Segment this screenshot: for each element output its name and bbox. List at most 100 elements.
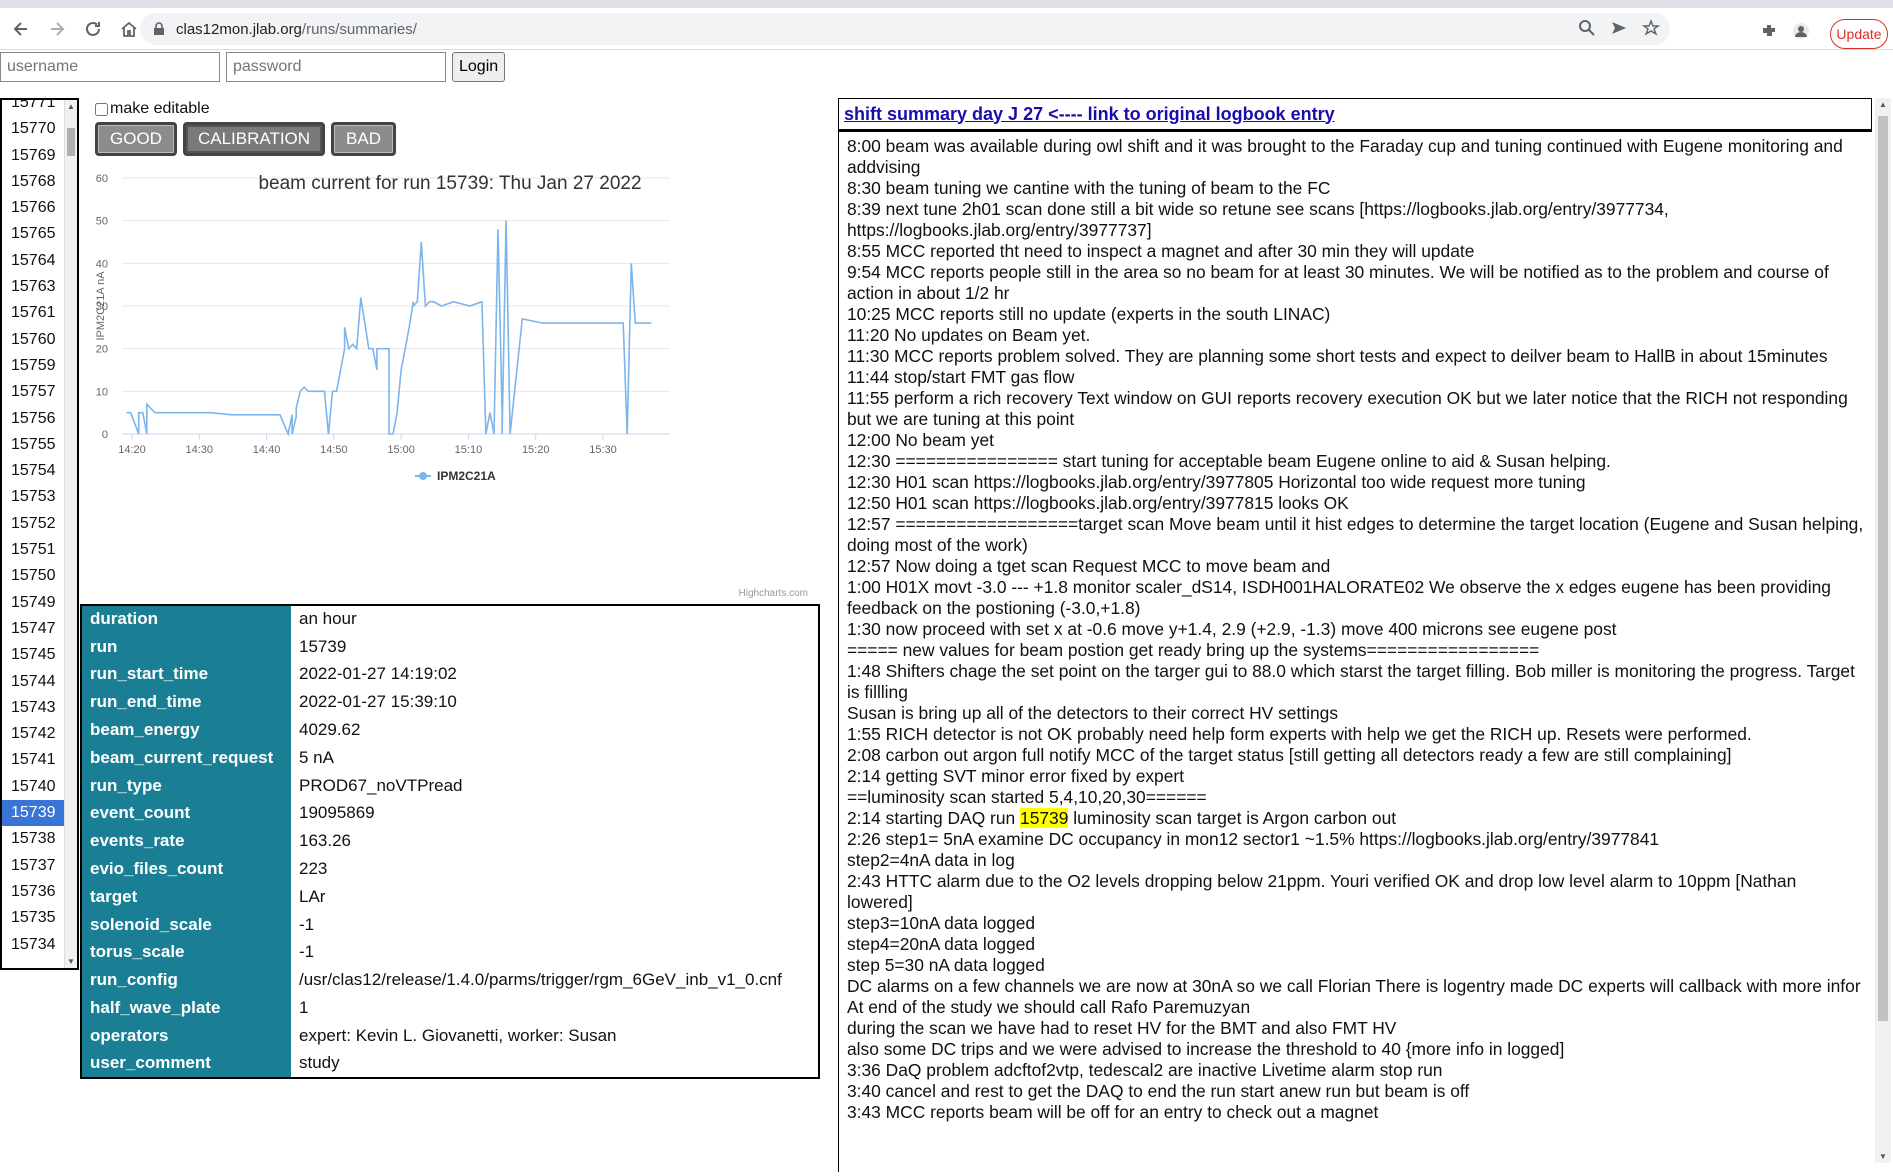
run-list-item[interactable]: 15752: [2, 511, 66, 537]
good-button[interactable]: GOOD: [95, 122, 177, 156]
summary-line: 2:26 step1= 5nA examine DC occupancy in …: [847, 829, 1660, 849]
summary-line: 1:00 H01X movt -3.0 --- +1.8 monitor sca…: [847, 577, 1831, 618]
run-list-item[interactable]: 15737: [2, 853, 66, 879]
y-tick-label: 20: [96, 344, 108, 356]
info-row: run_config/usr/clas12/release/1.4.0/parm…: [81, 966, 819, 995]
password-input[interactable]: [226, 52, 446, 82]
summary-text: 2:14 starting DAQ run: [847, 808, 1021, 828]
browser-toolbar: clas12mon.jlab.org/runs/summaries/ Updat…: [0, 8, 1893, 50]
run-list-item[interactable]: 15751: [2, 537, 66, 563]
zoom-icon[interactable]: [1578, 19, 1596, 37]
info-row: run 15739: [81, 632, 819, 662]
x-tick-label: 15:00: [387, 444, 415, 456]
info-key: run: [81, 632, 291, 662]
run-list-item[interactable]: 15734: [2, 932, 66, 958]
run-list-item[interactable]: 15761: [2, 300, 66, 326]
info-value: 2022-01-27 15:39:10: [291, 688, 819, 717]
info-value: -1: [291, 938, 819, 967]
x-tick-label: 14:30: [186, 444, 214, 456]
calibration-button[interactable]: CALIBRATION: [182, 122, 326, 156]
run-list-item[interactable]: 15736: [2, 879, 66, 905]
back-icon[interactable]: [6, 14, 36, 44]
info-value: 19095869: [291, 799, 819, 828]
info-row: run_end_time 2022-01-27 15:39:10: [81, 688, 819, 717]
username-input[interactable]: [0, 52, 220, 82]
scroll-up-icon[interactable]: ▲: [67, 102, 75, 111]
send-icon[interactable]: [1610, 19, 1628, 37]
page-scroll-up-icon[interactable]: ▲: [1879, 100, 1887, 109]
summary-line: 2:14 getting SVT minor error fixed by ex…: [847, 766, 1185, 786]
run-list-item[interactable]: 15764: [2, 248, 66, 274]
run-list-item[interactable]: 15770: [2, 116, 66, 142]
run-list-item[interactable]: 15741: [2, 747, 66, 773]
run-list-item[interactable]: 15753: [2, 484, 66, 510]
shift-summary-text: 8:00 beam was available during owl shift…: [838, 132, 1872, 1172]
logbook-link[interactable]: shift summary day J 27 <---- link to ori…: [844, 104, 1335, 125]
info-row: beam_energy 4029.62: [81, 716, 819, 745]
run-list-item[interactable]: 15771: [2, 100, 66, 116]
run-list-item[interactable]: 15745: [2, 642, 66, 668]
run-list-item[interactable]: 15744: [2, 669, 66, 695]
scroll-down-icon[interactable]: ▼: [67, 957, 75, 966]
run-list-item[interactable]: 15754: [2, 458, 66, 484]
summary-line: 12:30 ================ start tuning for …: [847, 451, 1611, 471]
star-icon[interactable]: [1642, 19, 1660, 37]
info-value: -1: [291, 910, 819, 939]
run-list-item[interactable]: 15759: [2, 353, 66, 379]
run-list-item[interactable]: 15735: [2, 905, 66, 931]
extensions-icon[interactable]: [1760, 22, 1778, 40]
bad-button[interactable]: BAD: [331, 122, 397, 156]
summary-line: ==luminosity scan started 5,4,10,20,30==…: [847, 787, 1207, 807]
login-button[interactable]: Login: [452, 52, 506, 82]
chart-credit[interactable]: Highcharts.com: [739, 588, 808, 599]
info-row: torus_scale -1: [81, 938, 819, 967]
run-list-item[interactable]: 15747: [2, 616, 66, 642]
summary-line: 12:57 Now doing a tget scan Request MCC …: [847, 556, 1331, 576]
info-key: evio_files_count: [81, 855, 291, 884]
scrollbar-thumb[interactable]: [67, 128, 75, 156]
run-list-item[interactable]: 15763: [2, 274, 66, 300]
info-row: operators expert: Kevin L. Giovanetti, wo…: [81, 1021, 819, 1051]
make-editable-toggle[interactable]: make editable: [95, 100, 210, 118]
run-list-item[interactable]: 15740: [2, 774, 66, 800]
series-line-IPM2C21A: [126, 220, 652, 437]
run-list-item[interactable]: 15739: [2, 800, 66, 827]
run-list-item[interactable]: 15750: [2, 563, 66, 589]
info-value: study: [291, 1049, 819, 1078]
run-list-item[interactable]: 15760: [2, 327, 66, 353]
chart-canvas: 010203040506014:20 14:30 14:40 14:50 15:00 15…: [95, 173, 670, 483]
summary-line: 3:36 DaQ problem adcftof2vtp, tedescal2 …: [847, 1060, 1443, 1080]
run-list-item[interactable]: 15769: [2, 143, 66, 169]
info-key: run_end_time: [81, 688, 291, 717]
page-scroll-down-icon[interactable]: ▼: [1879, 1152, 1887, 1161]
make-editable-checkbox[interactable]: [95, 102, 108, 116]
address-bar[interactable]: clas12mon.jlab.org/runs/summaries/: [140, 13, 1670, 45]
forward-icon[interactable]: [42, 14, 72, 44]
run-list-item[interactable]: 15766: [2, 195, 66, 221]
x-tick-label: 14:20: [118, 444, 146, 456]
summary-line: 12:00 No beam yet: [847, 430, 994, 450]
run-list-item[interactable]: 15768: [2, 169, 66, 195]
info-key: events_rate: [81, 827, 291, 856]
run-list-item[interactable]: 15742: [2, 721, 66, 747]
page-scrollbar[interactable]: ▲ ▼: [1875, 98, 1891, 1163]
summary-line: step4=20nA data logged: [847, 934, 1036, 954]
run-list-scrollbar[interactable]: ▲ ▼: [64, 100, 77, 968]
login-form: Login: [0, 52, 506, 82]
profile-icon[interactable]: [1792, 22, 1810, 40]
quality-buttons: GOOD CALIBRATION BAD: [95, 122, 397, 156]
chart-title: beam current for run 15739: Thu Jan 27 2…: [258, 173, 642, 194]
run-list-item[interactable]: 15756: [2, 406, 66, 432]
update-button[interactable]: Update: [1830, 19, 1888, 49]
reload-icon[interactable]: [78, 14, 108, 44]
run-list-item[interactable]: 15743: [2, 695, 66, 721]
run-list-item[interactable]: 15738: [2, 826, 66, 852]
page-scrollbar-thumb[interactable]: [1878, 116, 1888, 1021]
info-key: run_type: [81, 771, 291, 801]
run-list[interactable]: 15771 15770 15769 15768 15766 15765 15764 15763…: [0, 98, 79, 970]
run-list-item[interactable]: 15749: [2, 590, 66, 616]
run-list-item[interactable]: 15757: [2, 379, 66, 405]
summary-line: also some DC trips and we were advised t…: [847, 1039, 1565, 1059]
run-list-item[interactable]: 15755: [2, 432, 66, 458]
run-list-item[interactable]: 15765: [2, 221, 66, 247]
